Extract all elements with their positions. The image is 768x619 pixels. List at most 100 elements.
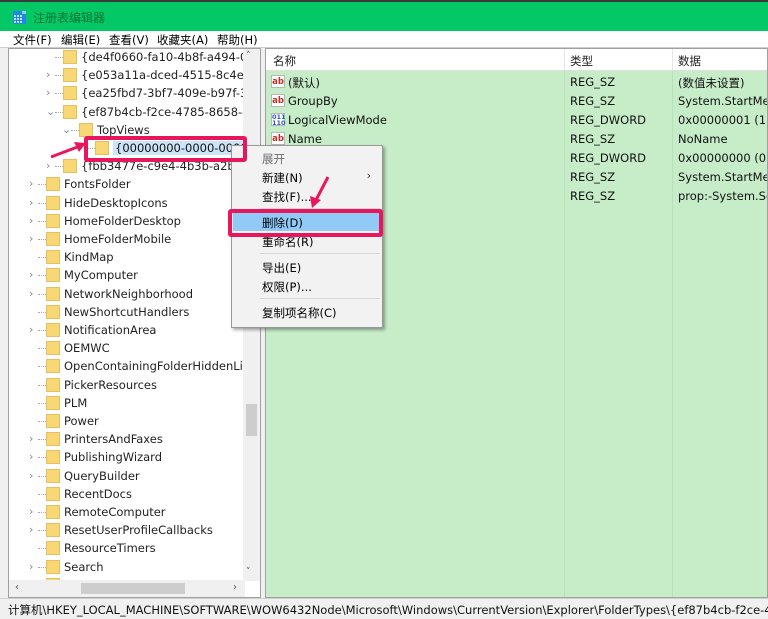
- tree-item[interactable]: › ResetUserProfileCallbacks: [9, 521, 249, 539]
- tree-connector: [38, 421, 46, 422]
- folder-icon: [46, 486, 60, 501]
- tree-item-label: {ef87b4cb-f2ce-4785-8658-4ca6: [81, 104, 261, 119]
- context-menu-item[interactable]: 导出(E): [233, 257, 381, 276]
- tree-horizontal-scrollbar[interactable]: ‹ ›: [9, 580, 245, 597]
- folder-icon: [46, 232, 60, 246]
- tree-item[interactable]: RecentDocs: [9, 485, 249, 503]
- tree-connector: [55, 57, 63, 58]
- tree-item-label: {ea25fbd7-3bf7-409e-b97f-3352: [81, 86, 261, 101]
- tree-connector: [38, 366, 46, 368]
- tree-item[interactable]: NewShortcutHandlers: [9, 303, 249, 321]
- column-header-data[interactable]: 数据: [678, 53, 701, 69]
- scroll-up-icon[interactable]: ˄: [246, 51, 251, 61]
- tree-item-label: HomeFolderDesktop: [64, 213, 181, 228]
- tree-item[interactable]: OpenContainingFolderHiddenList: [9, 357, 253, 375]
- folder-icon: [46, 395, 60, 410]
- tree-item-label: PickerResources: [64, 377, 157, 392]
- menu-edit[interactable]: 编辑(E): [61, 32, 100, 48]
- status-bar: 计算机\HKEY_LOCAL_MACHINE\SOFTWARE\WOW6432N…: [0, 598, 768, 619]
- folder-icon: [46, 541, 60, 556]
- tree-connector: [38, 402, 46, 404]
- value-name: (默认): [288, 76, 320, 90]
- tree-item[interactable]: › {ea25fbd7-3bf7-409e-b97f-3352: [9, 84, 260, 102]
- tree-connector: [71, 129, 79, 131]
- value-row[interactable]: 011 110 LogicalViewMode REG_DWORD 0x0000000…: [266, 110, 767, 129]
- folder-icon: [63, 86, 77, 101]
- tree-item[interactable]: ResourceTimers: [9, 539, 249, 557]
- folder-icon: [46, 450, 60, 465]
- tree-item[interactable]: › PublishingWizard: [9, 448, 249, 466]
- scroll-right-icon[interactable]: ›: [233, 582, 237, 593]
- registry-path: 计算机\HKEY_LOCAL_MACHINE\SOFTWARE\WOW6432N…: [8, 603, 768, 617]
- value-data: prop:-System.Sea: [678, 189, 767, 203]
- column-header-type[interactable]: 类型: [570, 53, 593, 69]
- context-menu-item[interactable]: 权限(P)...: [233, 276, 381, 295]
- menu-favorites[interactable]: 收藏夹(A): [157, 32, 208, 48]
- folder-icon: [46, 468, 60, 483]
- value-row[interactable]: ab (默认) REG_SZ (数值未设置): [266, 72, 767, 91]
- scroll-left-icon[interactable]: ‹: [15, 582, 19, 593]
- context-menu-item[interactable]: 查找(F)...: [233, 186, 381, 205]
- value-name: LogicalViewMode: [288, 113, 387, 127]
- tree-item-label: {de4f0660-fa10-4b8f-a494-068b: [81, 50, 261, 64]
- context-menu-item: 展开: [233, 148, 381, 167]
- menu-file[interactable]: 文件(F): [13, 32, 52, 48]
- tree-item[interactable]: › RemoteComputer: [9, 503, 249, 521]
- tree-item[interactable]: › HideDesktopIcons: [9, 194, 249, 212]
- value-data: System.StartMenu: [678, 170, 768, 184]
- tree-connector: [38, 548, 46, 550]
- tree-item[interactable]: › HomeFolderMobile: [9, 230, 249, 248]
- tree-item-label: ResourceTimers: [64, 541, 156, 556]
- tree-connector: [38, 384, 46, 386]
- tree-item[interactable]: › MyComputer: [9, 266, 249, 284]
- tree-item-label: OEMWC: [64, 341, 110, 356]
- tree-item[interactable]: › PrintersAndFaxes: [9, 430, 249, 448]
- key-tree-pane[interactable]: {de4f0660-fa10-4b8f-a494-068b › {e053a11a-…: [8, 48, 261, 598]
- tree-item[interactable]: › NotificationArea: [9, 321, 249, 339]
- tree-item[interactable]: KindMap: [9, 248, 249, 266]
- tree-item[interactable]: {de4f0660-fa10-4b8f-a494-068b: [9, 49, 260, 66]
- value-type: REG_SZ: [570, 132, 616, 146]
- tree-item[interactable]: PickerResources: [9, 376, 249, 394]
- folder-icon: [46, 286, 60, 301]
- value-row[interactable]: abGroupBy REG_SZ System.StartMenu: [266, 91, 767, 110]
- tree-item[interactable]: Power: [9, 412, 249, 430]
- tree-item[interactable]: › HomeFolderDesktop: [9, 212, 249, 230]
- tree-connector: [38, 566, 46, 568]
- column-separator[interactable]: [672, 49, 673, 71]
- folder-icon: [63, 159, 77, 174]
- tree-connector: [38, 239, 46, 240]
- tree-item-label: HideDesktopIcons: [64, 195, 168, 210]
- folder-icon: [46, 523, 60, 538]
- column-header-name[interactable]: 名称: [273, 53, 296, 69]
- tree-vscroll-thumb[interactable]: [246, 404, 257, 436]
- tree-connector: [38, 330, 46, 331]
- column-separator[interactable]: [564, 49, 565, 71]
- tree-item[interactable]: › {e053a11a-dced-4515-8c4e-d51: [9, 66, 260, 84]
- context-menu-item[interactable]: 新建(N) ›: [233, 167, 381, 186]
- tree-item-label: NewShortcutHandlers: [64, 304, 190, 319]
- tree-item-label: OpenContainingFolderHiddenList: [64, 359, 254, 374]
- tree-item-label: Search: [64, 559, 104, 574]
- tree-item[interactable]: › QueryBuilder: [9, 467, 249, 485]
- context-menu-item-label: 权限(P)...: [262, 280, 312, 294]
- tree-item[interactable]: › FontsFolder: [9, 175, 249, 193]
- scroll-down-icon[interactable]: ˅: [246, 567, 251, 577]
- tree-hscroll-thumb[interactable]: [81, 583, 185, 594]
- menu-separator: [260, 253, 380, 254]
- menu-view[interactable]: 查看(V): [109, 32, 149, 48]
- context-menu-item[interactable]: 复制项名称(C): [233, 302, 381, 321]
- tree-item[interactable]: › NetworkNeighborhood: [9, 285, 249, 303]
- folder-icon: [46, 213, 60, 228]
- tree-item[interactable]: PLM: [9, 394, 249, 412]
- tree-item[interactable]: › Search: [9, 558, 249, 576]
- string-value-icon: ab: [271, 132, 285, 145]
- folder-icon: [46, 377, 60, 392]
- tree-item[interactable]: OEMWC: [9, 339, 249, 357]
- tree-item[interactable]: ⌄ {ef87b4cb-f2ce-4785-8658-4ca6: [9, 103, 260, 121]
- tree-item-label: NotificationArea: [64, 323, 157, 337]
- menu-help[interactable]: 帮助(H): [217, 32, 258, 48]
- folder-icon: [46, 559, 60, 574]
- tree-connector: [55, 111, 63, 113]
- tree-connector: [38, 184, 46, 186]
